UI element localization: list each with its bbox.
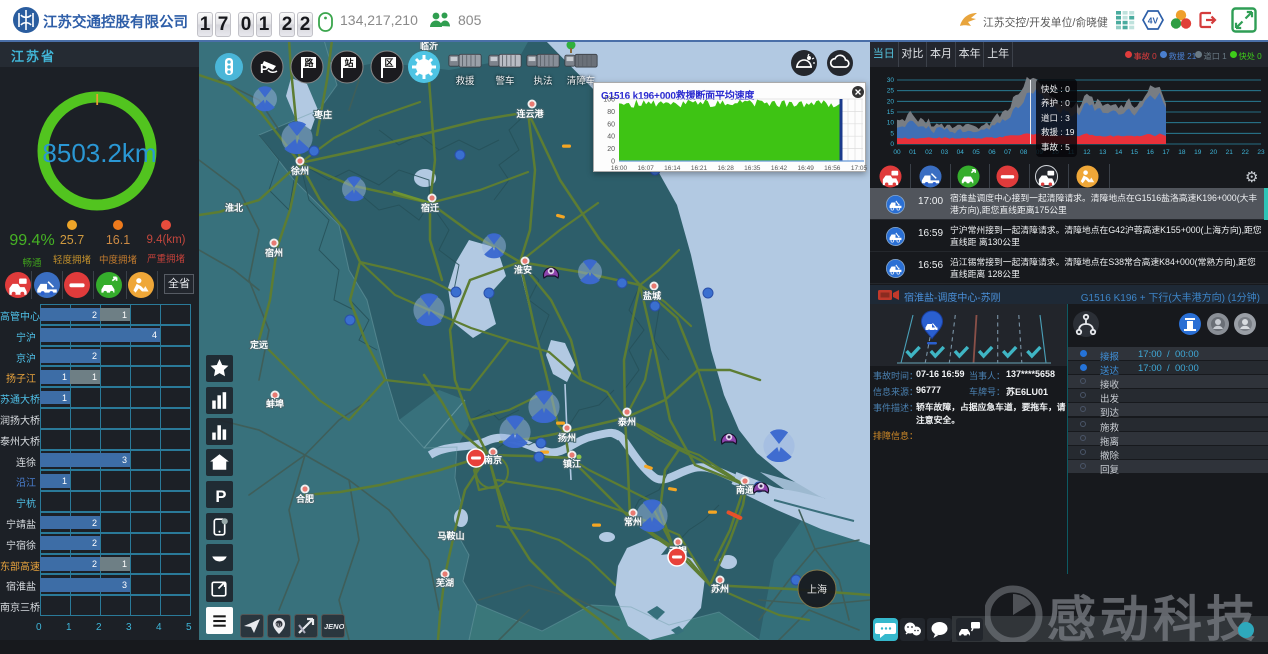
svg-text:15: 15	[1131, 149, 1139, 156]
svg-text:16:28: 16:28	[718, 165, 735, 172]
svg-text:镇江: 镇江	[563, 458, 581, 469]
svg-text:0: 0	[890, 141, 894, 148]
svg-text:P: P	[215, 487, 226, 506]
svg-text:19: 19	[1194, 149, 1202, 156]
svg-text:03: 03	[941, 149, 949, 156]
svg-text:17:05: 17:05	[851, 165, 867, 172]
svg-text:宿迁: 宿迁	[421, 202, 439, 213]
svg-text:扬州: 扬州	[558, 432, 576, 443]
svg-text:02: 02	[925, 149, 933, 156]
svg-text:14: 14	[1115, 149, 1123, 156]
svg-text:区: 区	[385, 58, 394, 68]
svg-text:南通: 南通	[736, 484, 754, 495]
svg-text:感动科技: 感动科技	[1047, 593, 1259, 642]
svg-text:枣庄: 枣庄	[313, 109, 332, 120]
svg-text:淮安: 淮安	[514, 264, 532, 275]
svg-text:泰州: 泰州	[617, 416, 636, 427]
svg-text:20: 20	[887, 98, 895, 105]
svg-text:04: 04	[957, 149, 965, 156]
svg-text:22: 22	[1242, 149, 1250, 156]
svg-text:JENO: JENO	[324, 622, 344, 631]
svg-text:16:14: 16:14	[664, 165, 681, 172]
svg-text:21: 21	[1226, 149, 1234, 156]
svg-text:25: 25	[887, 88, 895, 95]
svg-text:宿州: 宿州	[265, 247, 283, 258]
svg-text:12: 12	[1083, 149, 1091, 156]
svg-text:合肥: 合肥	[296, 493, 314, 504]
svg-text:16:07: 16:07	[638, 165, 655, 172]
svg-text:4V: 4V	[1148, 16, 1159, 26]
svg-text:16:21: 16:21	[691, 165, 708, 172]
svg-text:17: 17	[1162, 149, 1170, 156]
svg-text:30: 30	[887, 77, 895, 84]
svg-text:路: 路	[305, 57, 315, 68]
svg-text:芜湖: 芜湖	[436, 577, 454, 588]
svg-text:18: 18	[1178, 149, 1186, 156]
svg-text:23: 23	[1257, 149, 1265, 156]
svg-text:16: 16	[1147, 149, 1155, 156]
svg-text:07: 07	[1004, 149, 1012, 156]
svg-text:20: 20	[607, 146, 615, 153]
svg-text:16:49: 16:49	[798, 165, 815, 172]
svg-text:06: 06	[988, 149, 996, 156]
svg-text:15: 15	[887, 109, 895, 116]
svg-text:南京: 南京	[484, 454, 502, 465]
svg-text:常州: 常州	[624, 516, 642, 527]
svg-text:cu: cu	[276, 623, 282, 629]
svg-text:16:35: 16:35	[744, 165, 761, 172]
svg-text:10: 10	[887, 120, 895, 127]
svg-text:5: 5	[890, 130, 894, 137]
svg-text:淮北: 淮北	[225, 202, 243, 213]
svg-text:16:42: 16:42	[771, 165, 788, 172]
svg-text:上海: 上海	[807, 583, 827, 596]
svg-text:20: 20	[1210, 149, 1218, 156]
svg-text:80: 80	[607, 109, 615, 116]
svg-text:站: 站	[345, 57, 354, 68]
svg-text:定远: 定远	[249, 339, 269, 350]
svg-text:蚌埠: 蚌埠	[266, 398, 284, 409]
svg-text:60: 60	[607, 121, 615, 128]
svg-text:徐州: 徐州	[290, 165, 309, 176]
svg-text:苏州: 苏州	[711, 583, 729, 594]
svg-text:01: 01	[909, 149, 917, 156]
svg-text:100: 100	[603, 97, 615, 104]
svg-text:16:56: 16:56	[824, 165, 841, 172]
svg-text:00: 00	[893, 149, 901, 156]
svg-text:05: 05	[972, 149, 980, 156]
svg-text:16:00: 16:00	[611, 165, 628, 172]
svg-text:13: 13	[1099, 149, 1107, 156]
svg-text:马鞍山: 马鞍山	[437, 530, 464, 541]
svg-text:08: 08	[1020, 149, 1028, 156]
svg-text:连云港: 连云港	[516, 108, 544, 119]
svg-text:40: 40	[607, 134, 615, 141]
svg-text:盐城: 盐城	[643, 290, 661, 301]
